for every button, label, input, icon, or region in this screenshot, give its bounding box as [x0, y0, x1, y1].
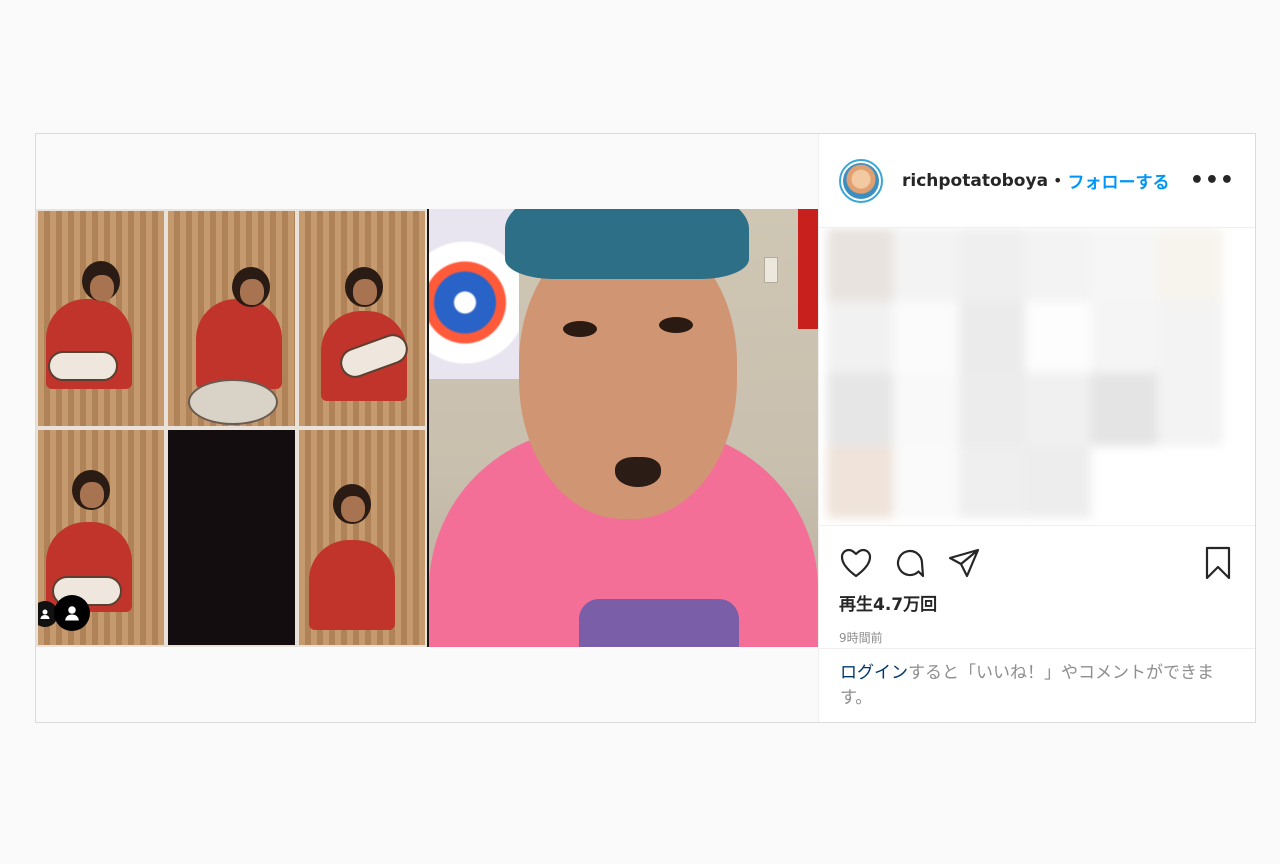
person-body: [196, 299, 283, 389]
media-area: [36, 134, 818, 722]
wall-edge: [798, 209, 818, 329]
light-switch: [764, 257, 778, 283]
person-face: [340, 496, 365, 522]
avatar[interactable]: [839, 158, 883, 203]
right-eye: [659, 317, 693, 333]
collage-cell-bassist: [298, 211, 425, 426]
more-options-icon[interactable]: •••: [1190, 168, 1235, 193]
person-face: [240, 279, 265, 305]
view-count[interactable]: 再生4.7万回: [819, 590, 1255, 615]
video-collage-grid: [36, 209, 427, 647]
left-eye: [563, 321, 597, 337]
guitar: [48, 351, 118, 381]
login-link[interactable]: ログイン: [840, 663, 908, 683]
action-bar: [819, 526, 1255, 586]
avatar-image: [843, 162, 879, 199]
blurred-content: [827, 228, 1223, 518]
bookmark-icon[interactable]: [1201, 546, 1235, 580]
selfie-video-frame: [429, 209, 818, 647]
collage-cell-guitarist-2: [38, 430, 165, 645]
heart-icon[interactable]: [839, 546, 873, 580]
tagged-user-icon[interactable]: [54, 595, 90, 631]
collage-cell-empty: [168, 430, 295, 645]
video-player[interactable]: [36, 209, 818, 647]
post-sidebar: richpotatoboya • フォローする ••• 再生4.7万回 9時間前…: [818, 134, 1255, 722]
goatee: [615, 457, 661, 487]
person-face: [90, 275, 114, 301]
shirt-graphic: [579, 599, 739, 647]
drum: [188, 379, 279, 425]
login-prompt: ログインすると「いいね！」やコメントができます。: [819, 648, 1255, 722]
instagram-post-embed: richpotatoboya • フォローする ••• 再生4.7万回 9時間前…: [35, 133, 1256, 723]
collage-cell-guitarist: [38, 211, 165, 426]
follow-button[interactable]: フォローする: [1067, 168, 1169, 193]
person-face: [352, 279, 377, 305]
person-face: [80, 482, 104, 508]
comment-icon[interactable]: [893, 546, 927, 580]
timestamp[interactable]: 9時間前: [819, 629, 1255, 646]
post-header: richpotatoboya • フォローする •••: [819, 134, 1255, 228]
beanie: [505, 209, 749, 279]
username-link[interactable]: richpotatoboya: [902, 171, 1048, 191]
person-body: [308, 540, 395, 630]
comments-area-blurred: [819, 228, 1255, 526]
collage-cell-keyboardist: [298, 430, 425, 645]
collage-cell-drummer: [168, 211, 295, 426]
paper-plane-icon[interactable]: [947, 546, 981, 580]
separator-dot: •: [1053, 171, 1063, 190]
